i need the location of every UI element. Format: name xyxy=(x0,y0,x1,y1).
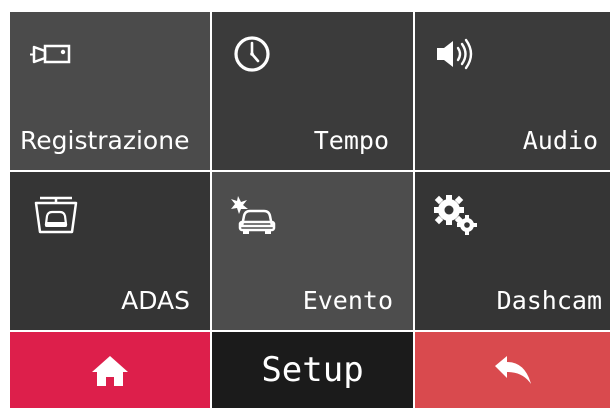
back-button[interactable] xyxy=(415,332,610,408)
lane-assist-car-icon xyxy=(26,192,78,236)
tile-evento[interactable]: Evento xyxy=(212,172,413,330)
tile-label-evento: Evento xyxy=(302,286,393,315)
dashcam-setup-screen: Registrazione Tempo Audio ADAS Evento Da… xyxy=(10,12,610,408)
tile-adas[interactable]: ADAS xyxy=(10,172,210,330)
tile-label-audio: Audio xyxy=(522,126,598,155)
tile-dashcam[interactable]: Dashcam xyxy=(415,172,610,330)
tile-tempo[interactable]: Tempo xyxy=(212,12,413,170)
tile-registrazione[interactable]: Registrazione xyxy=(10,12,210,170)
speaker-volume-icon xyxy=(431,32,483,76)
tile-label-tempo: Tempo xyxy=(313,126,389,155)
home-button[interactable] xyxy=(10,332,210,408)
gears-icon xyxy=(431,192,483,236)
video-camera-icon xyxy=(26,32,78,76)
back-arrow-icon xyxy=(495,356,531,384)
clock-icon xyxy=(228,32,280,76)
bottom-bar: Setup xyxy=(10,332,610,408)
settings-menu-grid: Registrazione Tempo Audio ADAS Evento Da… xyxy=(10,12,610,330)
tile-label-registrazione: Registrazione xyxy=(20,126,190,155)
car-collision-icon xyxy=(228,192,280,236)
tile-label-dashcam: Dashcam xyxy=(496,286,602,315)
tile-label-adas: ADAS xyxy=(121,286,190,315)
tile-audio[interactable]: Audio xyxy=(415,12,610,170)
home-icon xyxy=(92,356,128,386)
screen-title: Setup xyxy=(212,332,413,408)
